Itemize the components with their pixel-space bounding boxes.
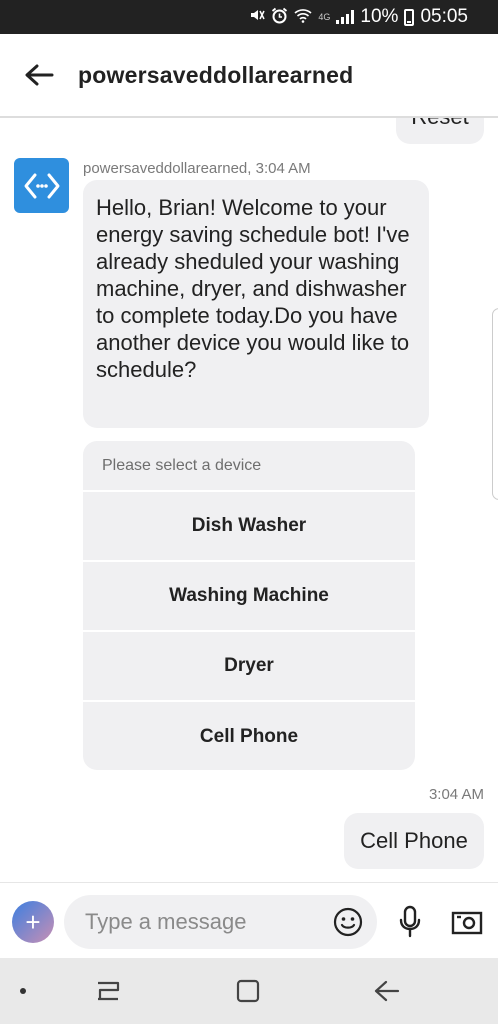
- dot-icon: [20, 988, 26, 994]
- user-message-text: Cell Phone: [360, 828, 468, 853]
- camera-button[interactable]: [451, 907, 483, 937]
- emoji-button[interactable]: [333, 907, 363, 937]
- home-button[interactable]: [235, 978, 261, 1004]
- conversation-title: powersaveddollarearned: [78, 61, 354, 88]
- back-icon: [374, 980, 400, 1002]
- arrow-left-icon: [25, 64, 54, 86]
- wifi-icon: [294, 8, 312, 27]
- system-back-button[interactable]: [372, 978, 402, 1004]
- scroll-edge: [492, 308, 498, 500]
- user-message-timestamp: 3:04 AM: [428, 786, 484, 803]
- previous-user-message: Reset: [396, 118, 484, 144]
- device-option-washing-machine[interactable]: Washing Machine: [83, 562, 415, 632]
- device-option-dryer[interactable]: Dryer: [83, 632, 415, 702]
- emoji-icon: [333, 907, 363, 937]
- plus-icon: +: [25, 906, 41, 937]
- add-attachment-button[interactable]: +: [12, 901, 54, 943]
- message-list[interactable]: Reset powersaveddollarearned, 3:04 AM He…: [0, 118, 498, 882]
- back-button[interactable]: [0, 33, 78, 117]
- status-time: 05:05: [420, 6, 468, 27]
- composer-bar: +: [0, 882, 498, 958]
- bot-sender-line: powersaveddollarearned, 3:04 AM: [83, 160, 311, 177]
- device-option-dish-washer[interactable]: Dish Washer: [83, 492, 415, 562]
- recent-apps-icon: [98, 981, 120, 1001]
- status-bar: 4G 10% 05:05: [0, 0, 498, 34]
- device-selector-card: Please select a device Dish Washer Washi…: [83, 441, 415, 770]
- device-selector-prompt: Please select a device: [83, 441, 415, 492]
- microphone-icon: [399, 905, 421, 938]
- alarm-icon: [271, 7, 288, 28]
- bot-avatar[interactable]: [14, 158, 69, 213]
- camera-icon: [451, 911, 483, 935]
- battery-percent: 10%: [360, 6, 399, 27]
- system-nav-bar: [0, 958, 498, 1024]
- microphone-button[interactable]: [398, 905, 422, 939]
- bot-message-text: Hello, Brian! Welcome to your energy sav…: [96, 195, 410, 382]
- signal-icon: [336, 10, 355, 24]
- battery-icon: [404, 8, 415, 26]
- home-icon: [236, 979, 260, 1003]
- device-option-cell-phone[interactable]: Cell Phone: [83, 702, 415, 770]
- chat-header: powersaveddollarearned: [0, 34, 498, 118]
- user-message-bubble: Cell Phone: [344, 813, 484, 869]
- mute-icon: [249, 7, 266, 27]
- recent-apps-button[interactable]: [94, 978, 122, 1004]
- network-type-label: 4G: [318, 12, 331, 22]
- bot-message-bubble: Hello, Brian! Welcome to your energy sav…: [83, 180, 429, 428]
- message-input[interactable]: [64, 895, 377, 949]
- previous-user-message-text: Reset: [411, 118, 468, 130]
- code-diamond-icon: [24, 173, 59, 198]
